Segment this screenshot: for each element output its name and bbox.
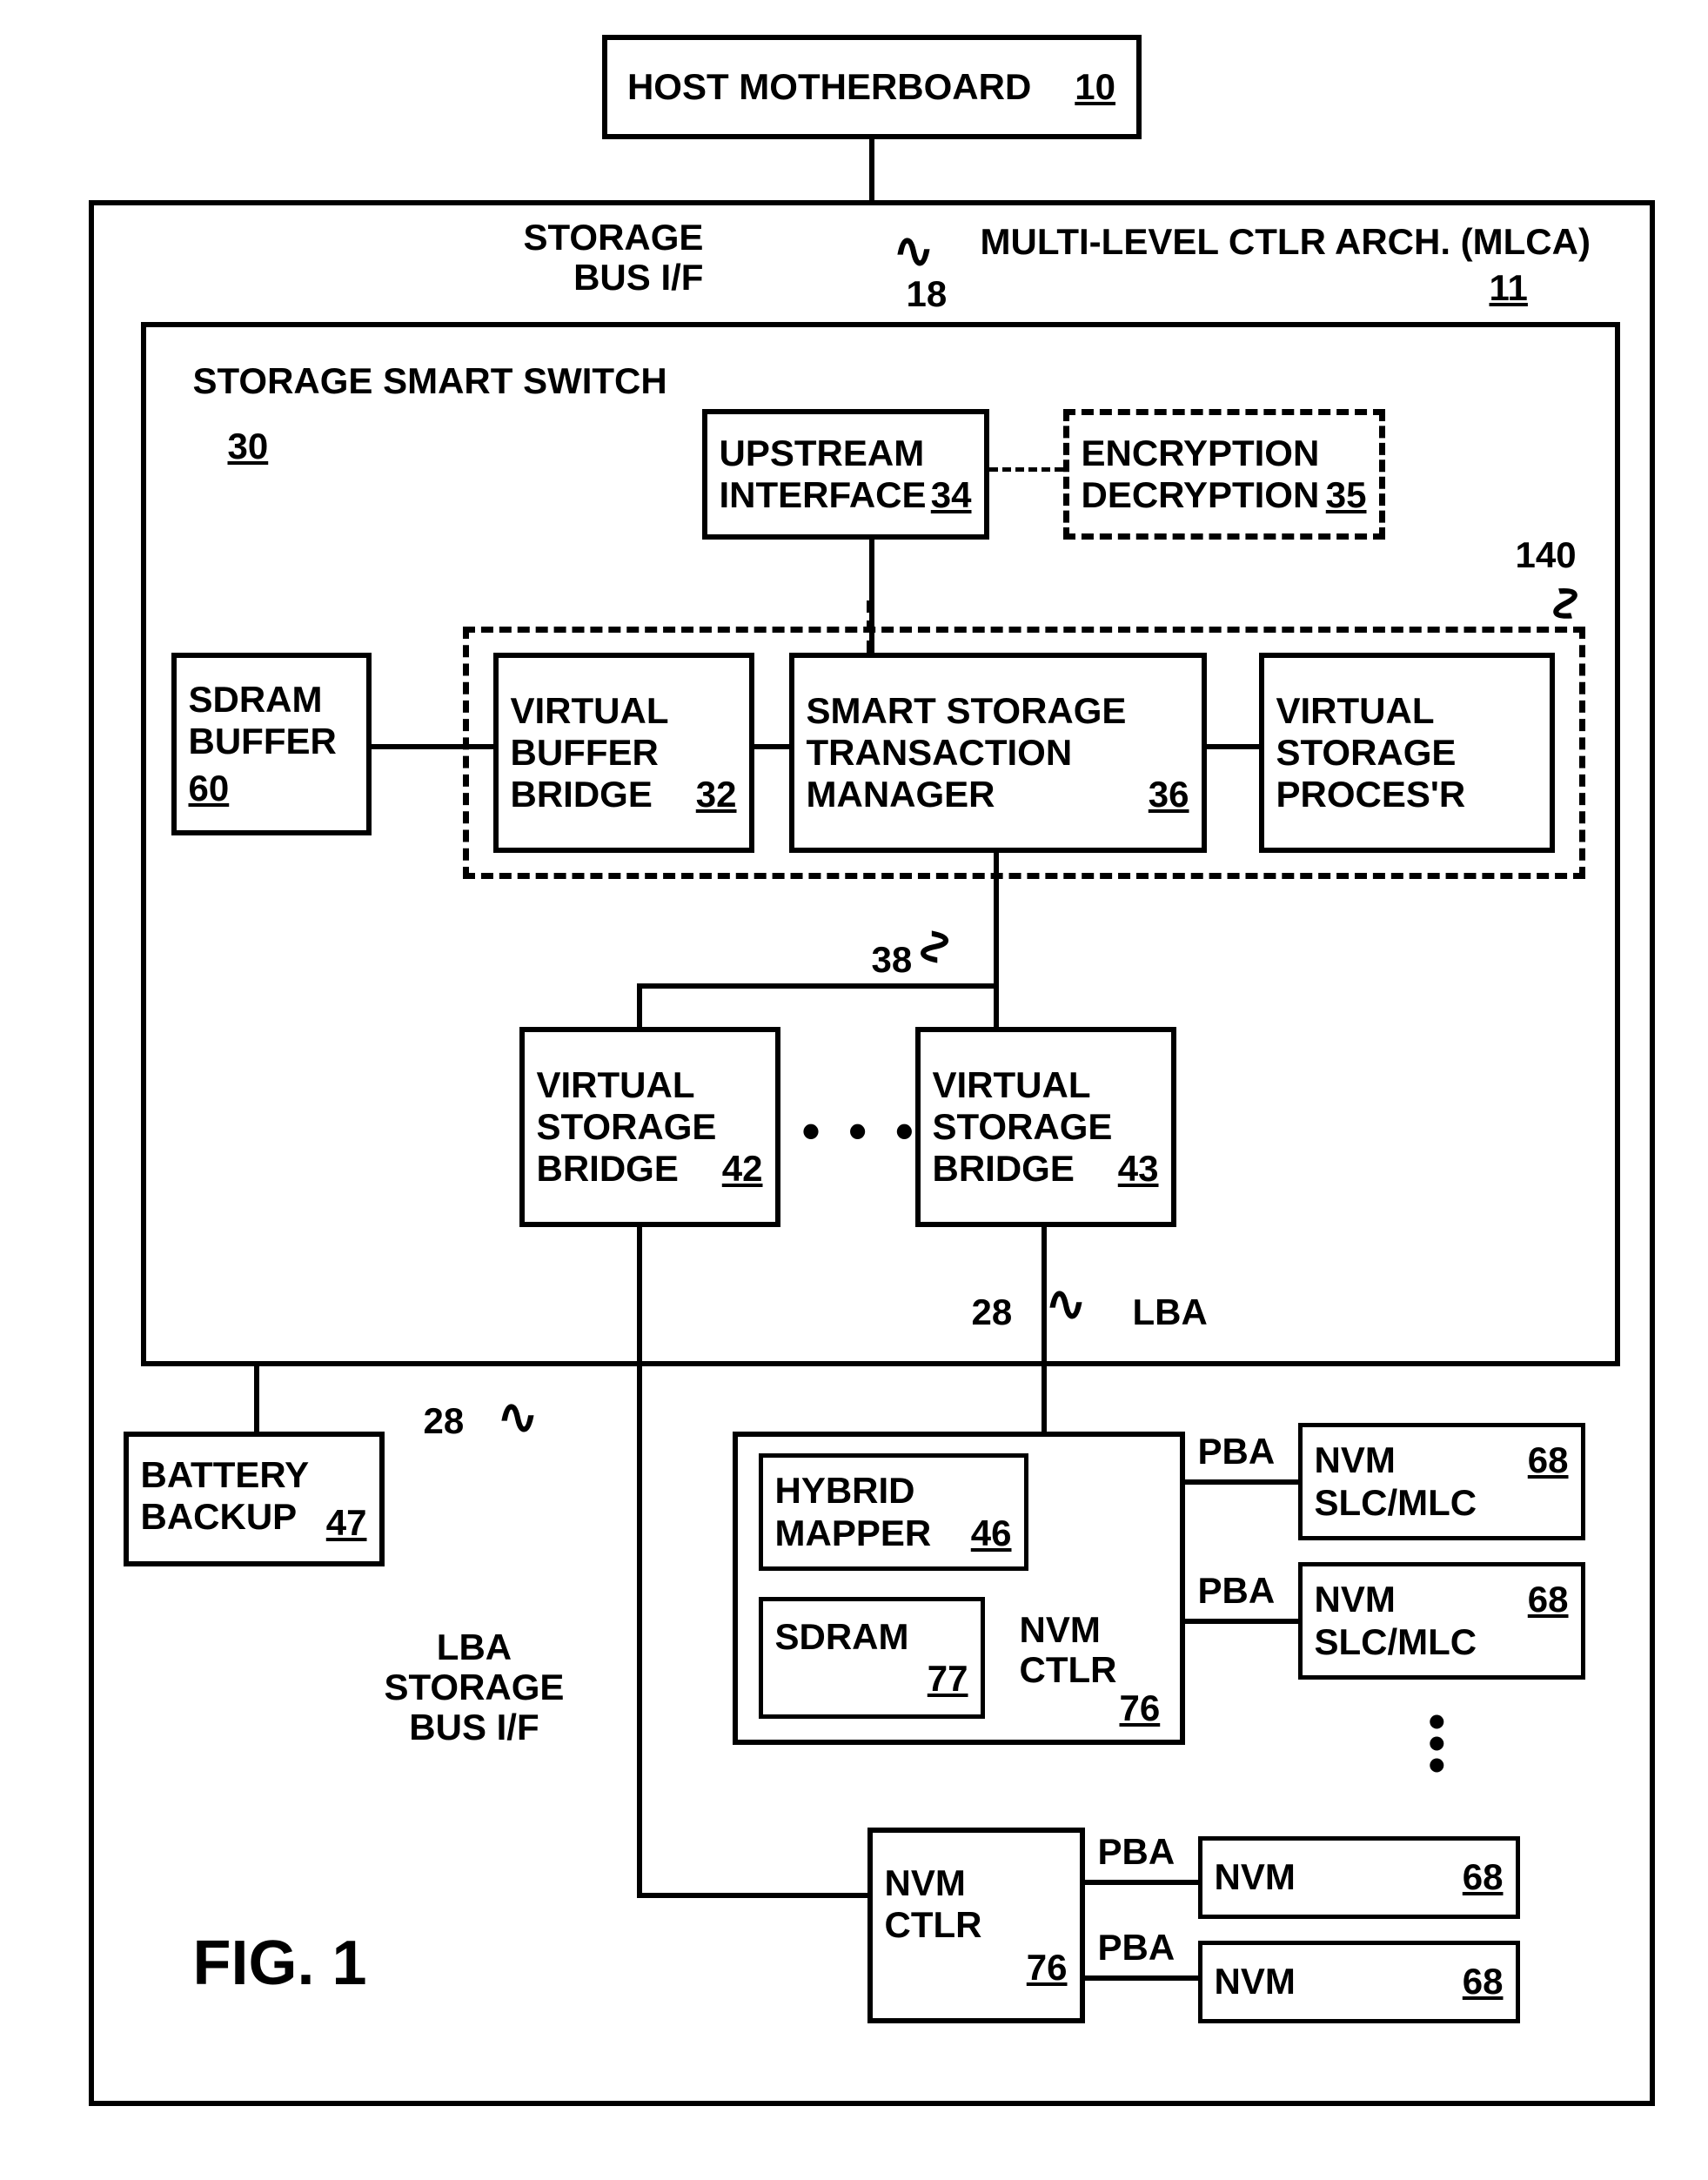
conn-bridge-bus [637, 983, 999, 989]
nvm68-b1-ref: 68 [1463, 1856, 1504, 1898]
nvm-ctlr-b-label: NVM CTLR [885, 1862, 1068, 1947]
nvm68-a2-label: NVM [1315, 1579, 1396, 1620]
battery-ref: 47 [326, 1502, 367, 1544]
lba-storage-bus-if-label: LBA STORAGE BUS I/F [385, 1627, 565, 1748]
encdec-label: ENCRYPTION DECRYPTION [1082, 433, 1320, 517]
conn-ctlrb-nvm1 [1085, 1880, 1198, 1885]
nvm68-a2-ref: 68 [1528, 1579, 1569, 1620]
battery-backup-box: BATTERY BACKUP 47 [124, 1432, 385, 1566]
nvm-ctlr-b-ref: 76 [1027, 1947, 1068, 1989]
storage-bus-if-top-label: STORAGE BUS I/F [524, 218, 704, 298]
conn-vsb1-nvmctlr-b [637, 1893, 867, 1898]
encryption-decryption-box: ENCRYPTION DECRYPTION 35 [1063, 409, 1385, 540]
virtual-buffer-bridge-box: VIRTUAL BUFFER BRIDGE 32 [493, 653, 754, 853]
upstream-interface-box: UPSTREAM INTERFACE 34 [702, 409, 989, 540]
nvm-68-slc-1-box: NVM 68 SLC/MLC [1298, 1423, 1585, 1540]
sdram77-ref: 77 [928, 1658, 968, 1700]
nvm68-a1-ref: 68 [1528, 1439, 1569, 1481]
sdram-buf-ref: 60 [189, 768, 354, 809]
nvm-ctlr-a-ref: 76 [1120, 1688, 1161, 1728]
ref-38: 38 [872, 940, 913, 980]
vsp-label: VIRTUAL STORAGE PROCES'R [1276, 690, 1537, 816]
host-label: HOST MOTHERBOARD [627, 66, 1031, 108]
conn-sstm-down [994, 853, 999, 988]
conn-switch-battery [254, 1366, 259, 1432]
ref-28a: 28 [424, 1401, 465, 1441]
encdec-ref: 35 [1326, 474, 1367, 516]
conn-sdram-vbb [372, 744, 493, 749]
pba-b1: PBA [1098, 1832, 1176, 1872]
dots-bridges: • • • [802, 1101, 921, 1161]
pba-b2: PBA [1098, 1928, 1176, 1968]
nvm68-a1-label: NVM [1315, 1439, 1396, 1481]
conn-ctlra-nvm2 [1185, 1619, 1298, 1624]
sdram-buffer-box: SDRAM BUFFER 60 [171, 653, 372, 835]
upstream-ref: 34 [931, 474, 972, 516]
ref-140: 140 [1516, 535, 1577, 575]
switch-ref: 30 [228, 426, 269, 466]
squiggle-28b-icon: ∿ [1046, 1275, 1087, 1332]
nvm-ctlr-b-box: NVM CTLR 76 [867, 1828, 1085, 2023]
slcmlc-a1: SLC/MLC [1315, 1482, 1569, 1524]
vsb1-ref: 42 [722, 1148, 763, 1190]
upstream-label: UPSTREAM INTERFACE [720, 433, 927, 517]
conn-sstm-vsp [1207, 744, 1259, 749]
conn-vbb-sstm [754, 744, 789, 749]
nvm-68-b1-box: NVM 68 [1198, 1836, 1520, 1919]
nvm-ctlr-a-label: NVM CTLR [1020, 1610, 1117, 1690]
switch-label: STORAGE SMART SWITCH [193, 361, 667, 401]
mlca-ref: 11 [1490, 268, 1528, 308]
squiggle-18-icon: ∿ [894, 222, 934, 279]
squiggle-28a-icon: ∿ [498, 1388, 539, 1446]
conn-ctlrb-nvm2 [1085, 1975, 1198, 1981]
squiggle-38-icon: ∿ [907, 927, 964, 968]
nvm-68-b2-box: NVM 68 [1198, 1941, 1520, 2023]
ref-18: 18 [907, 274, 948, 314]
slcmlc-a2: SLC/MLC [1315, 1621, 1569, 1663]
dots-nvm-vertical: • • • [1429, 1710, 1446, 1776]
sdram77-label: SDRAM [775, 1616, 968, 1658]
nvm-68-slc-2-box: NVM 68 SLC/MLC [1298, 1562, 1585, 1680]
conn-bus-vsb2 [994, 983, 999, 1031]
hybrid-mapper-box: HYBRID MAPPER 46 [759, 1453, 1028, 1571]
host-motherboard-box: HOST MOTHERBOARD 10 [602, 35, 1142, 139]
smart-storage-transaction-manager-box: SMART STORAGE TRANSACTION MANAGER 36 [789, 653, 1207, 853]
vbb-ref: 32 [696, 774, 737, 815]
vsb2-label: VIRTUAL STORAGE BRIDGE [933, 1064, 1113, 1191]
conn-ctlra-nvm1 [1185, 1479, 1298, 1485]
host-ref: 10 [1075, 66, 1115, 108]
conn-bus-vsb1 [637, 983, 642, 1031]
pba-a2: PBA [1198, 1571, 1276, 1611]
vbb-label: VIRTUAL BUFFER BRIDGE [511, 690, 669, 816]
nvm68-b1-label: NVM [1215, 1856, 1296, 1898]
conn-vsb1-down [637, 1227, 642, 1893]
pba-a1: PBA [1198, 1432, 1276, 1472]
ref-28b: 28 [972, 1292, 1013, 1332]
vsb1-label: VIRTUAL STORAGE BRIDGE [537, 1064, 717, 1191]
nvm68-b2-label: NVM [1215, 1961, 1296, 2002]
sstm-label: SMART STORAGE TRANSACTION MANAGER [807, 690, 1127, 816]
hybrid-ref: 46 [971, 1513, 1012, 1554]
virtual-storage-processor-box: VIRTUAL STORAGE PROCES'R [1259, 653, 1555, 853]
block-diagram: HOST MOTHERBOARD 10 STORAGE BUS I/F ∿ 18… [37, 35, 1672, 2123]
virtual-storage-bridge-43-box: VIRTUAL STORAGE BRIDGE 43 [915, 1027, 1176, 1227]
hybrid-label: HYBRID MAPPER [775, 1470, 932, 1554]
vsb2-ref: 43 [1118, 1148, 1159, 1190]
conn-upstream-encdec [989, 467, 1063, 472]
nvm68-b2-ref: 68 [1463, 1961, 1504, 2002]
sdram-buf-label: SDRAM BUFFER [189, 679, 354, 763]
lba-label-b: LBA [1133, 1292, 1208, 1332]
mlca-label: MULTI-LEVEL CTLR ARCH. (MLCA) [981, 222, 1591, 262]
sdram-77-box: SDRAM 77 [759, 1597, 985, 1719]
sstm-ref: 36 [1149, 774, 1189, 815]
figure-label: FIG. 1 [193, 1928, 367, 1999]
virtual-storage-bridge-42-box: VIRTUAL STORAGE BRIDGE 42 [519, 1027, 780, 1227]
